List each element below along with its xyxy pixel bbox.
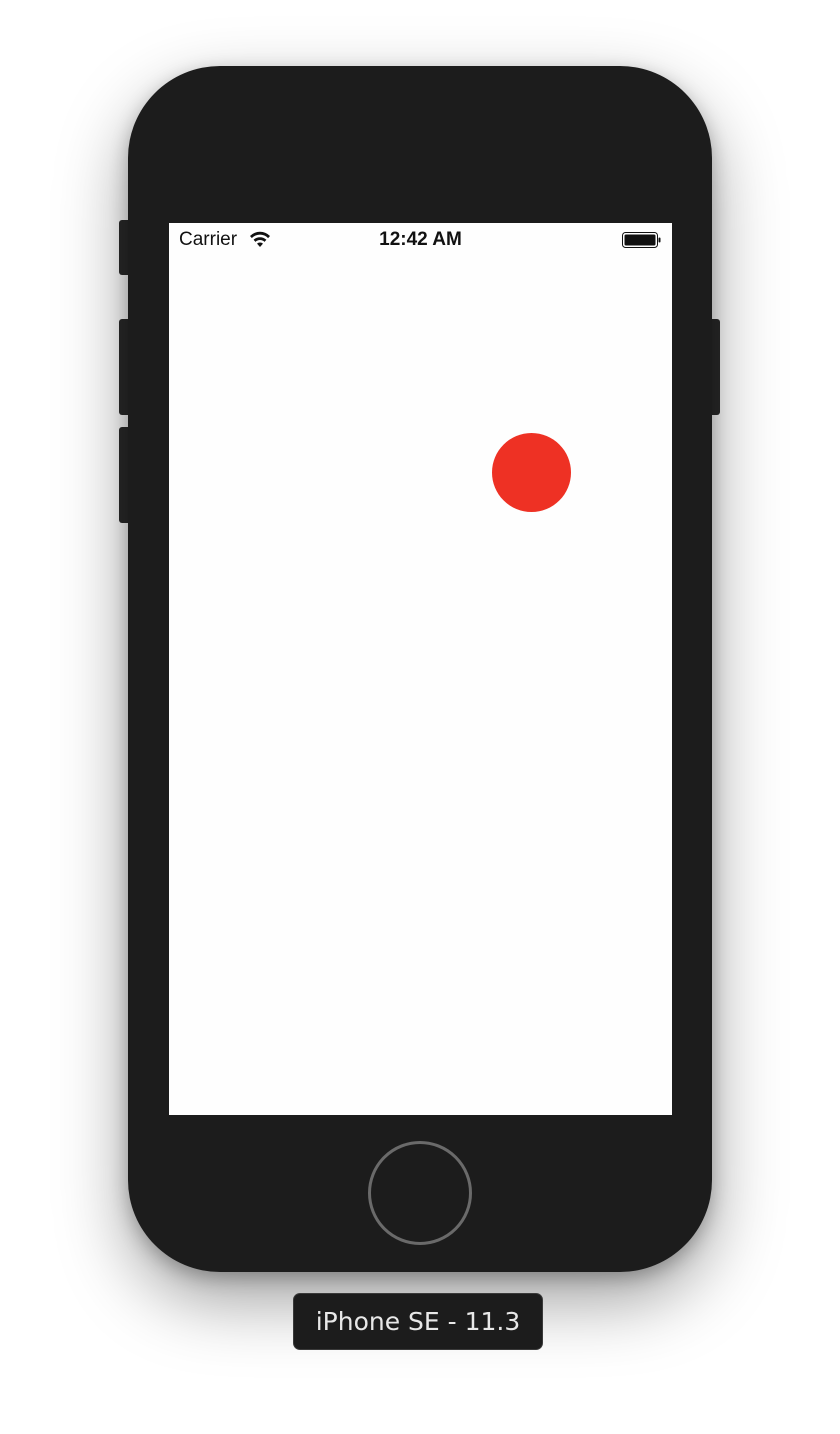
- status-bar: Carrier 12:42 AM: [169, 223, 672, 257]
- simulator-stage: Carrier 12:42 AM iPhone SE - 11.3: [0, 0, 840, 1434]
- device-screen[interactable]: Carrier 12:42 AM: [169, 223, 672, 1115]
- red-circle[interactable]: [492, 433, 571, 512]
- status-clock: 12:42 AM: [379, 229, 462, 250]
- device-name-label: iPhone SE - 11.3: [293, 1293, 543, 1350]
- battery-full-icon: [622, 231, 662, 249]
- home-button[interactable]: [368, 1141, 472, 1245]
